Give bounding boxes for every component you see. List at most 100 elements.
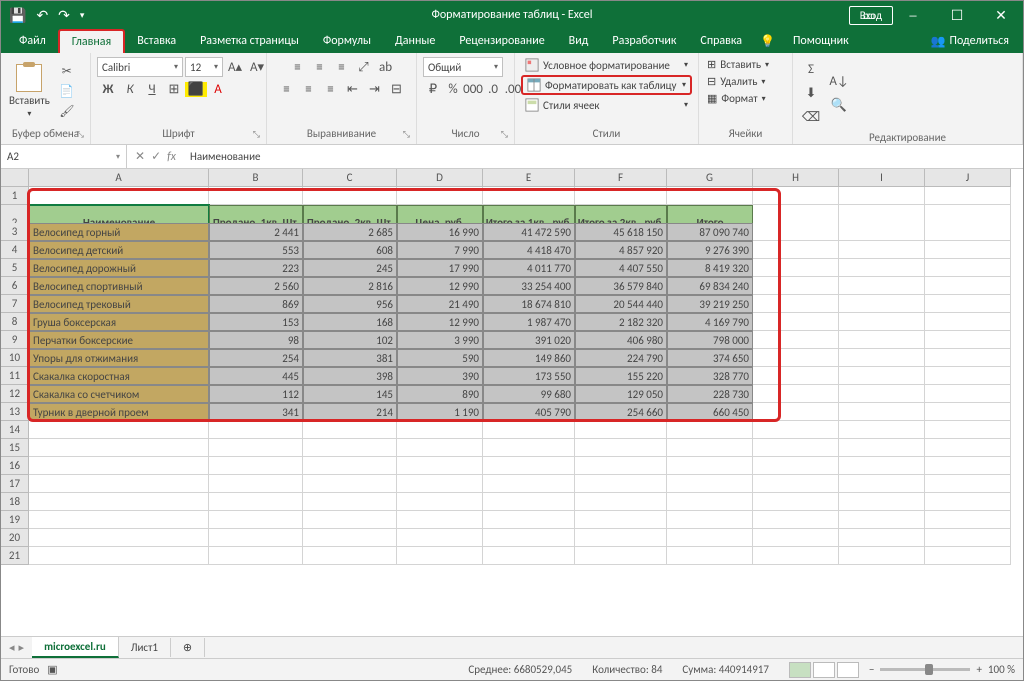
view-pagebreak-icon[interactable] [837, 662, 859, 678]
conditional-formatting-button[interactable]: Условное форматирование▾ [521, 57, 692, 73]
cell[interactable]: 11 [1, 367, 29, 385]
cell[interactable]: 12 990 [397, 277, 483, 295]
cell[interactable] [303, 421, 397, 439]
cell[interactable] [483, 475, 575, 493]
sheet-tab-1[interactable]: microexcel.ru [32, 637, 119, 658]
cell[interactable]: 7 990 [397, 241, 483, 259]
cell[interactable]: 390 [397, 367, 483, 385]
cell[interactable]: 5 [1, 259, 29, 277]
cell[interactable] [753, 457, 839, 475]
cell[interactable] [753, 313, 839, 331]
cell[interactable]: 1 190 [397, 403, 483, 421]
cell[interactable]: 173 550 [483, 367, 575, 385]
cell[interactable]: 4 169 790 [667, 313, 753, 331]
cell[interactable]: A [29, 169, 209, 187]
formula-input[interactable]: Наименование [184, 150, 1023, 163]
cell[interactable]: 98 [209, 331, 303, 349]
cell[interactable]: 228 730 [667, 385, 753, 403]
cell[interactable] [575, 421, 667, 439]
cell[interactable] [753, 493, 839, 511]
tab-view[interactable]: Вид [557, 29, 601, 53]
cell[interactable] [667, 187, 753, 205]
cell[interactable] [925, 385, 1011, 403]
cell[interactable]: Велосипед горный [29, 223, 209, 241]
cell[interactable]: Велосипед спортивный [29, 277, 209, 295]
cell[interactable]: 1 [1, 187, 29, 205]
cell[interactable]: 7 [1, 295, 29, 313]
save-icon[interactable]: 💾 [9, 7, 26, 24]
cell[interactable]: 214 [303, 403, 397, 421]
cell[interactable] [29, 529, 209, 547]
tab-home[interactable]: Главная [58, 29, 125, 53]
cell[interactable] [753, 511, 839, 529]
tab-insert[interactable]: Вставка [125, 29, 188, 53]
cell[interactable] [839, 493, 925, 511]
cell[interactable] [397, 439, 483, 457]
cell[interactable]: 445 [209, 367, 303, 385]
font-size-combo[interactable]: 12▾ [185, 57, 223, 77]
cell[interactable] [667, 547, 753, 565]
cell[interactable]: 8 419 320 [667, 259, 753, 277]
find-icon[interactable]: 🔍 [825, 95, 853, 115]
cell[interactable] [753, 547, 839, 565]
cell[interactable]: 17 [1, 475, 29, 493]
cell[interactable]: 391 020 [483, 331, 575, 349]
cell[interactable] [925, 421, 1011, 439]
tab-developer[interactable]: Разработчик [600, 29, 688, 53]
cell[interactable] [839, 439, 925, 457]
cell[interactable] [667, 493, 753, 511]
cell[interactable] [753, 331, 839, 349]
cell[interactable]: 153 [209, 313, 303, 331]
align-middle-icon[interactable]: ≡ [309, 57, 331, 77]
cell[interactable] [925, 457, 1011, 475]
cell[interactable]: 869 [209, 295, 303, 313]
borders-button[interactable]: ⊞ [163, 79, 185, 99]
cell[interactable] [753, 367, 839, 385]
cell[interactable]: 17 990 [397, 259, 483, 277]
increase-decimal-icon[interactable]: .0 [483, 79, 503, 99]
cell[interactable] [839, 385, 925, 403]
cell[interactable] [925, 259, 1011, 277]
cell[interactable] [575, 511, 667, 529]
cell[interactable] [209, 547, 303, 565]
cell[interactable]: 36 579 840 [575, 277, 667, 295]
cell[interactable]: 19 [1, 511, 29, 529]
cell[interactable] [209, 475, 303, 493]
cell[interactable]: 21 490 [397, 295, 483, 313]
cell[interactable] [29, 187, 209, 205]
cell[interactable]: Упоры для отжимания [29, 349, 209, 367]
cell[interactable]: 254 [209, 349, 303, 367]
align-right-icon[interactable]: ≡ [320, 79, 342, 99]
cell[interactable]: 20 [1, 529, 29, 547]
cell[interactable]: 341 [209, 403, 303, 421]
cell[interactable] [753, 439, 839, 457]
copy-icon[interactable]: 📄 [58, 83, 76, 99]
cell[interactable] [753, 259, 839, 277]
zoom-in-icon[interactable]: + [976, 663, 981, 676]
cell[interactable]: 18 [1, 493, 29, 511]
cell[interactable]: 398 [303, 367, 397, 385]
cell[interactable] [839, 421, 925, 439]
cell[interactable] [839, 547, 925, 565]
cell[interactable]: 224 790 [575, 349, 667, 367]
increase-indent-icon[interactable]: ⇥ [364, 79, 386, 99]
cell[interactable]: 16 990 [397, 223, 483, 241]
cell[interactable]: 21 [1, 547, 29, 565]
cell[interactable]: Перчатки боксерские [29, 331, 209, 349]
worksheet-area[interactable]: ABCDEFGHIJ12НаименованиеПродано, 1кв. Шт… [1, 169, 1023, 636]
cell[interactable]: 9 276 390 [667, 241, 753, 259]
cell[interactable] [483, 421, 575, 439]
cell[interactable] [753, 403, 839, 421]
cell[interactable]: F [575, 169, 667, 187]
cell[interactable] [397, 547, 483, 565]
zoom-out-icon[interactable]: − [869, 663, 874, 676]
cell[interactable] [925, 439, 1011, 457]
cell[interactable]: 381 [303, 349, 397, 367]
new-sheet-button[interactable]: ⊕ [171, 638, 205, 657]
sheet-tab-2[interactable]: Лист1 [119, 638, 171, 657]
cell[interactable]: 39 219 250 [667, 295, 753, 313]
cell[interactable] [209, 511, 303, 529]
cell[interactable]: 254 660 [575, 403, 667, 421]
cell[interactable] [575, 493, 667, 511]
cell[interactable] [575, 547, 667, 565]
